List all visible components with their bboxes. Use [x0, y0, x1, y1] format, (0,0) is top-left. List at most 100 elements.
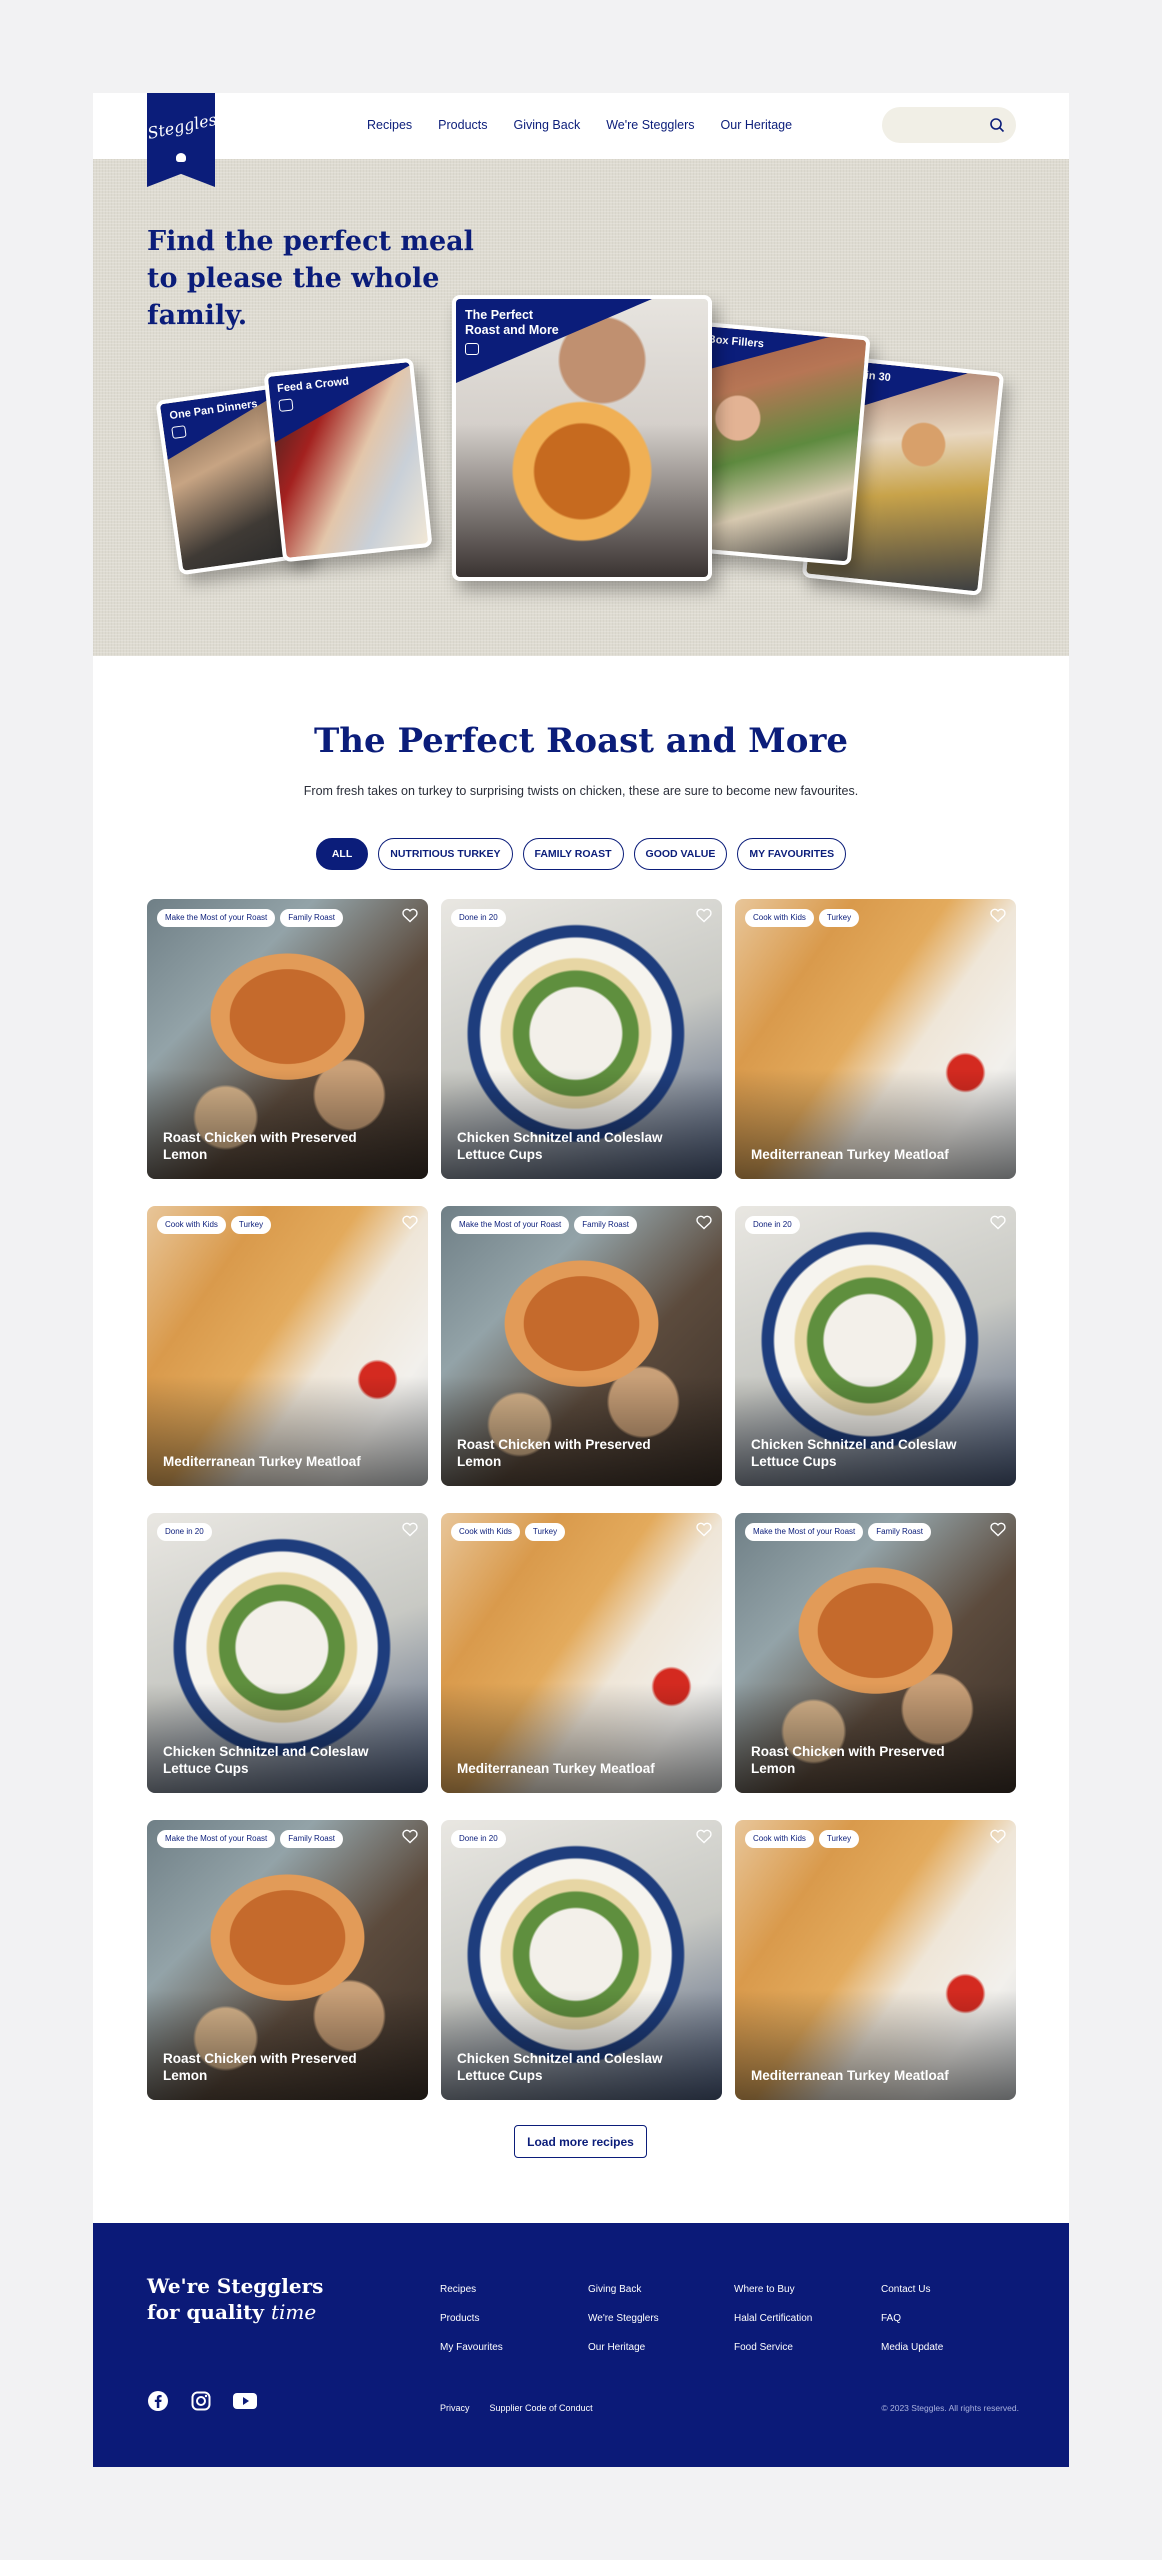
hero-card-feed-a-crowd[interactable]: Feed a Crowd [263, 357, 433, 563]
favourite-heart-icon[interactable] [696, 1215, 712, 1230]
footer-link-my-favourites[interactable]: My Favourites [440, 2333, 503, 2362]
footer-link-our-heritage[interactable]: Our Heritage [588, 2333, 659, 2362]
recipe-tag[interactable]: Make the Most of your Roast [157, 909, 276, 927]
footer-link-giving-back[interactable]: Giving Back [588, 2275, 659, 2304]
favourite-heart-icon[interactable] [990, 1215, 1006, 1230]
favourite-heart-icon[interactable] [402, 1522, 418, 1537]
recipe-card[interactable]: Done in 20 Chicken Schnitzel and Coleslaw… [441, 1820, 722, 2100]
tagline-script: time [270, 2300, 317, 2324]
load-more-button[interactable]: Load more recipes [514, 2125, 647, 2158]
recipe-tags: Done in 20 [451, 909, 506, 927]
nav-our-heritage[interactable]: Our Heritage [721, 118, 793, 132]
footer-link-food-service[interactable]: Food Service [734, 2333, 812, 2362]
footer-link-products[interactable]: Products [440, 2304, 503, 2333]
recipe-tag[interactable]: Family Roast [280, 909, 343, 927]
recipe-card[interactable]: Make the Most of your Roast Family Roast R… [147, 899, 428, 1179]
nav-giving-back[interactable]: Giving Back [514, 118, 581, 132]
recipe-tag[interactable]: Family Roast [868, 1523, 931, 1541]
recipe-tags: Done in 20 [157, 1523, 212, 1541]
nav-products[interactable]: Products [438, 118, 487, 132]
favourite-heart-icon[interactable] [696, 908, 712, 923]
recipe-card[interactable]: Cook with Kids Turkey Mediterranean Turkey… [147, 1206, 428, 1486]
footer-link-faq[interactable]: FAQ [881, 2304, 943, 2333]
search-icon[interactable] [989, 117, 1005, 133]
recipe-card[interactable]: Done in 20 Chicken Schnitzel and Coleslaw… [735, 1206, 1016, 1486]
pan-icon [171, 425, 187, 439]
recipe-tag[interactable]: Family Roast [280, 1830, 343, 1848]
favourite-heart-icon[interactable] [402, 1829, 418, 1844]
instagram-icon[interactable] [191, 2391, 211, 2411]
recipe-tag[interactable]: Turkey [818, 1830, 860, 1848]
recipe-tags: Cook with Kids Turkey [745, 909, 860, 927]
facebook-icon[interactable] [147, 2390, 169, 2412]
favourite-heart-icon[interactable] [402, 908, 418, 923]
recipe-card[interactable]: Make the Most of your Roast Family Roast R… [441, 1206, 722, 1486]
chef-hat-icon [278, 398, 293, 411]
footer-link-contact-us[interactable]: Contact Us [881, 2275, 943, 2304]
favourite-heart-icon[interactable] [990, 908, 1006, 923]
steggles-logo[interactable]: Steggles [147, 93, 215, 187]
nav-recipes[interactable]: Recipes [367, 118, 412, 132]
favourite-heart-icon[interactable] [990, 1829, 1006, 1844]
rooster-icon [176, 153, 186, 162]
filter-family-roast[interactable]: FAMILY ROAST [522, 838, 624, 870]
recipe-title: Roast Chicken with Preserved Lemon [163, 1130, 357, 1162]
recipe-tag[interactable]: Done in 20 [451, 909, 506, 927]
hero-card-label: Feed a Crowd [276, 375, 350, 395]
recipe-card[interactable]: Cook with Kids Turkey Mediterranean Turkey… [441, 1513, 722, 1793]
recipe-tag[interactable]: Cook with Kids [451, 1523, 520, 1541]
filter-nutritious-turkey[interactable]: NUTRITIOUS TURKEY [378, 838, 513, 870]
recipe-card[interactable]: Make the Most of your Roast Family Roast R… [735, 1513, 1016, 1793]
recipe-tag[interactable]: Make the Most of your Roast [451, 1216, 570, 1234]
hero-card-label: One Pan Dinners [168, 397, 259, 423]
recipe-tags: Done in 20 [745, 1216, 800, 1234]
recipe-tag[interactable]: Cook with Kids [157, 1216, 226, 1234]
hero-card-perfect-roast[interactable]: The Perfect Roast and More [452, 295, 712, 581]
privacy-link[interactable]: Privacy [440, 2403, 470, 2413]
recipe-tag[interactable]: Cook with Kids [745, 1830, 814, 1848]
recipe-tag[interactable]: Make the Most of your Roast [745, 1523, 864, 1541]
recipe-tag[interactable]: Turkey [230, 1216, 272, 1234]
recipe-tag[interactable]: Family Roast [574, 1216, 637, 1234]
youtube-icon[interactable] [233, 2392, 257, 2410]
footer-col-3: Where to Buy Halal Certification Food Se… [734, 2275, 812, 2362]
nav-were-stegglers[interactable]: We're Stegglers [606, 118, 694, 132]
favourite-heart-icon[interactable] [990, 1522, 1006, 1537]
recipe-tag[interactable]: Turkey [818, 909, 860, 927]
filter-bar: ALL NUTRITIOUS TURKEY FAMILY ROAST GOOD … [93, 838, 1069, 870]
recipe-title: Chicken Schnitzel and Coleslaw Lettuce C… [751, 1437, 957, 1469]
recipe-title: Roast Chicken with Preserved Lemon [457, 1437, 651, 1469]
footer-link-media-update[interactable]: Media Update [881, 2333, 943, 2362]
page: Steggles Recipes Products Giving Back We… [93, 93, 1069, 2467]
section-subtitle: From fresh takes on turkey to surprising… [303, 784, 859, 798]
recipe-tag[interactable]: Done in 20 [451, 1830, 506, 1848]
section-title: The Perfect Roast and More [313, 721, 849, 761]
supplier-code-link[interactable]: Supplier Code of Conduct [490, 2403, 593, 2413]
recipe-tag[interactable]: Done in 20 [157, 1523, 212, 1541]
filter-good-value[interactable]: GOOD VALUE [633, 838, 728, 870]
footer-link-recipes[interactable]: Recipes [440, 2275, 503, 2304]
favourite-heart-icon[interactable] [696, 1829, 712, 1844]
favourite-heart-icon[interactable] [696, 1522, 712, 1537]
recipe-tag[interactable]: Turkey [524, 1523, 566, 1541]
hero-headline: Find the perfect meal to please the whol… [147, 226, 474, 331]
recipe-card[interactable]: Done in 20 Chicken Schnitzel and Coleslaw… [441, 899, 722, 1179]
footer-link-were-stegglers[interactable]: We're Stegglers [588, 2304, 659, 2333]
recipe-tag[interactable]: Cook with Kids [745, 909, 814, 927]
recipe-card[interactable]: Cook with Kids Turkey Mediterranean Turkey… [735, 1820, 1016, 2100]
recipe-tag[interactable]: Make the Most of your Roast [157, 1830, 276, 1848]
recipe-tag[interactable]: Done in 20 [745, 1216, 800, 1234]
recipe-card[interactable]: Make the Most of your Roast Family Roast R… [147, 1820, 428, 2100]
footer-link-halal[interactable]: Halal Certification [734, 2304, 812, 2333]
search-input[interactable] [882, 107, 1016, 143]
filter-all[interactable]: ALL [315, 838, 369, 870]
footer-col-4: Contact Us FAQ Media Update [881, 2275, 943, 2362]
hero-card-label: The Perfect Roast and More [465, 308, 559, 337]
recipe-card[interactable]: Cook with Kids Turkey Mediterranean Turkey… [735, 899, 1016, 1179]
footer-link-where-to-buy[interactable]: Where to Buy [734, 2275, 812, 2304]
main-nav: Recipes Products Giving Back We're Stegg… [367, 118, 818, 132]
recipe-card[interactable]: Done in 20 Chicken Schnitzel and Coleslaw… [147, 1513, 428, 1793]
favourite-heart-icon[interactable] [402, 1215, 418, 1230]
recipe-tags: Make the Most of your Roast Family Roast [745, 1523, 931, 1541]
filter-my-favourites[interactable]: MY FAVOURITES [737, 838, 847, 870]
